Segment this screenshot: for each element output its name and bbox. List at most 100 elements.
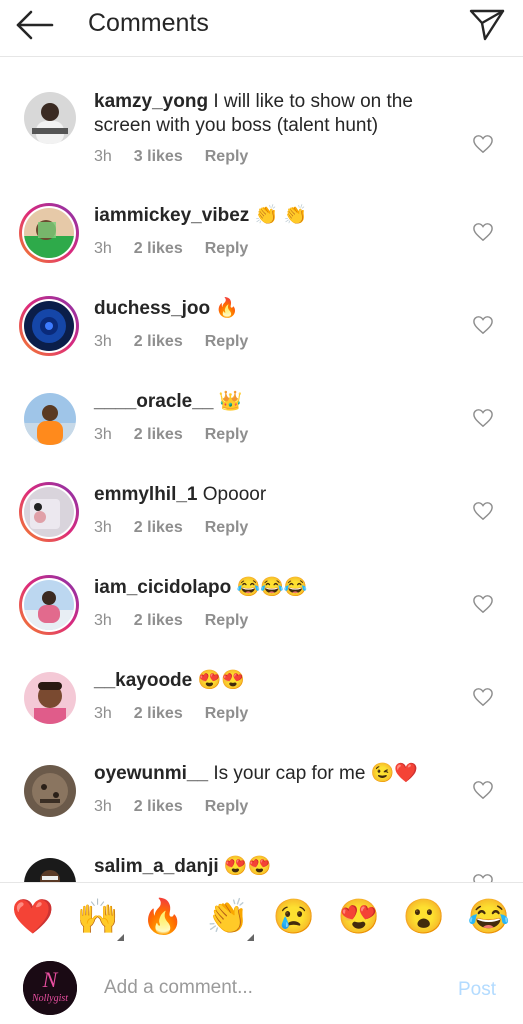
comment-username[interactable]: iammickey_vibez bbox=[94, 205, 249, 226]
raising-hands-icon: 🙌 bbox=[76, 898, 120, 936]
comment-meta: 3h 2 likes Reply bbox=[94, 798, 270, 816]
heart-icon[interactable] bbox=[472, 222, 494, 242]
reply-button[interactable]: Reply bbox=[205, 426, 249, 443]
comment-time: 3h bbox=[94, 798, 112, 815]
comment-item: duchess_joo 🔥 3h 2 likes Reply bbox=[0, 293, 523, 386]
clapping-hands-emoji-button[interactable]: 👏 bbox=[206, 895, 254, 941]
skin-tone-indicator-icon bbox=[117, 934, 124, 941]
comment-username[interactable]: duchess_joo bbox=[94, 298, 210, 319]
comment-username[interactable]: kamzy_yong bbox=[94, 91, 208, 112]
comment-body: 😍😍 bbox=[218, 856, 272, 877]
avatar[interactable] bbox=[19, 203, 79, 263]
heart-icon[interactable] bbox=[472, 873, 494, 882]
reply-button[interactable]: Reply bbox=[205, 705, 249, 722]
comment-likes[interactable]: 2 likes bbox=[134, 426, 183, 443]
surprised-face-emoji-button[interactable]: 😮 bbox=[402, 895, 446, 939]
red-heart-emoji-button[interactable]: ❤️ bbox=[11, 895, 55, 939]
comment-item: salim_a_danji 😍😍 bbox=[0, 851, 523, 882]
heart-icon[interactable] bbox=[472, 408, 494, 428]
svg-text:Nollygist: Nollygist bbox=[31, 993, 68, 1004]
comment-body: Opooor bbox=[197, 484, 267, 505]
reply-button[interactable]: Reply bbox=[205, 519, 249, 536]
arrow-left-icon bbox=[16, 10, 54, 40]
avatar[interactable] bbox=[24, 858, 76, 882]
fire-emoji-button[interactable]: 🔥 bbox=[141, 895, 185, 939]
heart-eyes-emoji-button[interactable]: 😍 bbox=[337, 895, 381, 939]
page-title: Comments bbox=[88, 9, 209, 37]
comment-username[interactable]: emmylhil_1 bbox=[94, 484, 198, 505]
heart-icon[interactable] bbox=[472, 134, 494, 154]
avatar[interactable] bbox=[24, 393, 76, 445]
reply-button[interactable]: Reply bbox=[205, 798, 249, 815]
comment-likes[interactable]: 2 likes bbox=[134, 612, 183, 629]
reply-button[interactable]: Reply bbox=[205, 148, 249, 165]
reply-button[interactable]: Reply bbox=[205, 612, 249, 629]
comment-likes[interactable]: 2 likes bbox=[134, 705, 183, 722]
comment-body: 😍😍 bbox=[192, 670, 245, 691]
comment-meta: 3h 2 likes Reply bbox=[94, 333, 270, 351]
comment-username[interactable]: iam_cicidolapo bbox=[94, 577, 231, 598]
comment-time: 3h bbox=[94, 333, 112, 350]
comment-body: 👏 👏 bbox=[249, 205, 308, 226]
paper-plane-icon bbox=[469, 9, 505, 41]
avatar[interactable] bbox=[19, 296, 79, 356]
clapping-hands-icon: 👏 bbox=[206, 898, 250, 936]
avatar[interactable] bbox=[19, 575, 79, 635]
comment-item: emmylhil_1 Opooor 3h 2 likes Reply bbox=[0, 479, 523, 572]
comment-item: ____oracle__ 👑 3h 2 likes Reply bbox=[0, 386, 523, 479]
comment-time: 3h bbox=[94, 148, 112, 165]
add-comment-input[interactable] bbox=[104, 973, 424, 1003]
reply-button[interactable]: Reply bbox=[205, 333, 249, 350]
comment-time: 3h bbox=[94, 519, 112, 536]
comment-body: 👑 bbox=[213, 391, 243, 412]
comment-item: iam_cicidolapo 😂😂😂 3h 2 likes Reply bbox=[0, 572, 523, 665]
comment-meta: 3h 2 likes Reply bbox=[94, 426, 270, 444]
avatar[interactable] bbox=[24, 765, 76, 817]
comment-item: oyewunmi__ Is your cap for me 😉❤️ 3h 2 li… bbox=[0, 758, 523, 851]
comment-time: 3h bbox=[94, 705, 112, 722]
direct-message-button[interactable] bbox=[467, 4, 507, 44]
comment-meta: 3h 2 likes Reply bbox=[94, 612, 270, 630]
comment-likes[interactable]: 2 likes bbox=[134, 519, 183, 536]
comment-likes[interactable]: 2 likes bbox=[134, 798, 183, 815]
avatar[interactable] bbox=[24, 672, 76, 724]
heart-icon[interactable] bbox=[472, 501, 494, 521]
reply-button[interactable]: Reply bbox=[205, 240, 249, 257]
heart-icon[interactable] bbox=[472, 315, 494, 335]
raising-hands-emoji-button[interactable]: 🙌 bbox=[76, 895, 124, 941]
comment-likes[interactable]: 2 likes bbox=[134, 333, 183, 350]
comment-username[interactable]: salim_a_danji bbox=[94, 856, 219, 877]
comment-username[interactable]: ____oracle__ bbox=[94, 391, 213, 412]
comment-item: iammickey_vibez 👏 👏 3h 2 likes Reply bbox=[0, 200, 523, 293]
comment-meta: 3h 3 likes Reply bbox=[94, 148, 270, 166]
comment-meta: 3h 2 likes Reply bbox=[94, 705, 270, 723]
comment-body: Is your cap for me 😉❤️ bbox=[208, 763, 418, 784]
comment-body: 😂😂😂 bbox=[231, 577, 308, 598]
heart-icon[interactable] bbox=[472, 780, 494, 800]
comment-item: __kayoode 😍😍 3h 2 likes Reply bbox=[0, 665, 523, 758]
heart-icon[interactable] bbox=[472, 687, 494, 707]
avatar[interactable] bbox=[19, 482, 79, 542]
nollygist-logo-icon: N Nollygist bbox=[23, 961, 77, 1015]
post-button[interactable]: Post bbox=[458, 979, 496, 1001]
comment-composer: N Nollygist Post bbox=[0, 951, 523, 1024]
heart-icon[interactable] bbox=[472, 594, 494, 614]
comment-meta: 3h 2 likes Reply bbox=[94, 240, 270, 258]
emoji-bar: ❤️ 🙌 🔥 👏 😢 😍 😮 😂 bbox=[0, 882, 523, 952]
comment-likes[interactable]: 2 likes bbox=[134, 240, 183, 257]
back-button[interactable] bbox=[14, 8, 54, 42]
comment-time: 3h bbox=[94, 612, 112, 629]
comment-username[interactable]: __kayoode bbox=[94, 670, 192, 691]
current-user-avatar: N Nollygist bbox=[23, 961, 77, 1015]
avatar[interactable] bbox=[24, 92, 76, 144]
skin-tone-indicator-icon bbox=[247, 934, 254, 941]
header: Comments bbox=[0, 0, 523, 57]
comment-time: 3h bbox=[94, 426, 112, 443]
comment-time: 3h bbox=[94, 240, 112, 257]
comment-likes[interactable]: 3 likes bbox=[134, 148, 183, 165]
comments-list[interactable]: kamzy_yong I will like to show on the sc… bbox=[0, 57, 523, 882]
comment-meta: 3h 2 likes Reply bbox=[94, 519, 270, 537]
crying-face-emoji-button[interactable]: 😢 bbox=[272, 895, 316, 939]
tears-of-joy-emoji-button[interactable]: 😂 bbox=[467, 895, 511, 939]
comment-username[interactable]: oyewunmi__ bbox=[94, 763, 208, 784]
